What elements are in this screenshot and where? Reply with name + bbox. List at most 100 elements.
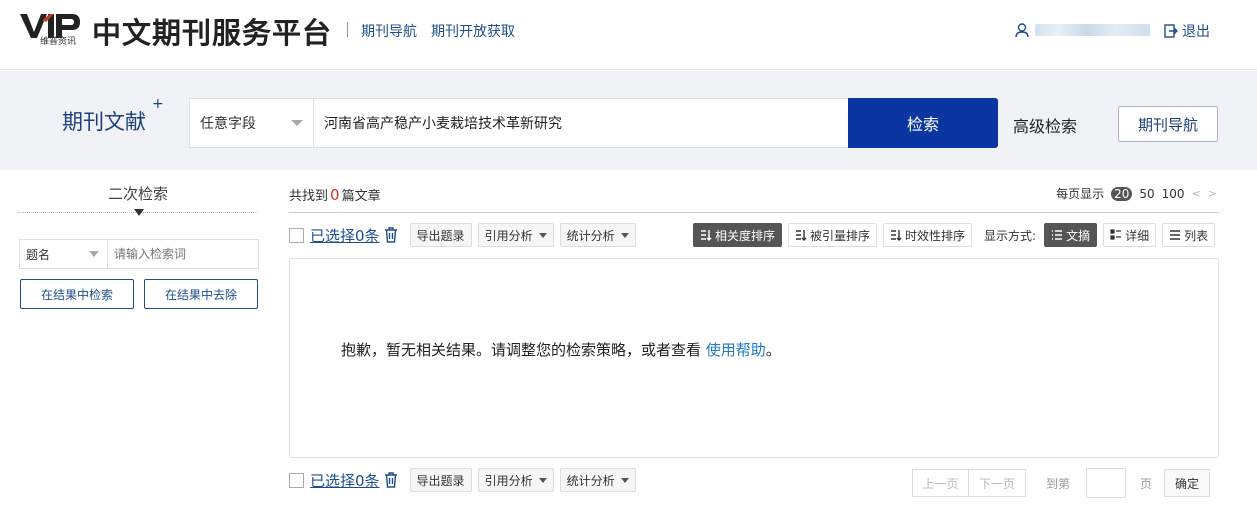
- list-view-icon: [1170, 230, 1181, 240]
- username-redacted: [1035, 24, 1150, 36]
- help-link[interactable]: 使用帮助: [706, 341, 766, 359]
- goto-confirm-button[interactable]: 确定: [1164, 469, 1211, 497]
- citation-label: 引用分析: [484, 473, 533, 488]
- export-button[interactable]: 导出题录: [409, 223, 472, 247]
- next-page-arrow[interactable]: >: [1208, 187, 1217, 200]
- empty-message-end: 。: [765, 341, 781, 359]
- search-in-results-button[interactable]: 在结果中检索: [20, 279, 134, 309]
- results-toolbar-bottom: 已选择0条 导出题录 引用分析 统计分析: [289, 468, 642, 492]
- statistics-analysis-dropdown-bottom[interactable]: 统计分析: [559, 468, 636, 492]
- sort-relevance-button[interactable]: 相关度排序: [693, 223, 783, 247]
- trash-icon[interactable]: [384, 227, 398, 243]
- search-field-select[interactable]: 任意字段: [190, 99, 314, 147]
- statistics-label: 统计分析: [566, 473, 615, 488]
- sort-timeliness-button[interactable]: 时效性排序: [883, 223, 973, 247]
- sort-icon: [891, 230, 902, 241]
- citation-label: 引用分析: [484, 228, 533, 243]
- search-field-value: 任意字段: [200, 116, 256, 132]
- brand-title[interactable]: 中文期刊服务平台: [92, 10, 332, 52]
- chevron-down-icon: [291, 120, 303, 126]
- search-input[interactable]: [314, 99, 848, 147]
- view-list-label: 列表: [1184, 228, 1209, 243]
- empty-result-message: 抱歉，暂无相关结果。请调整您的检索策略，或者查看 使用帮助。: [341, 339, 781, 360]
- export-label: 导出题录: [416, 228, 465, 243]
- nav-open-access[interactable]: 期刊开放获取: [431, 21, 515, 41]
- chevron-down-icon: [538, 232, 547, 238]
- secondary-field-value: 题名: [26, 247, 51, 262]
- secondary-field-select[interactable]: 题名: [20, 240, 108, 268]
- selected-count-link[interactable]: 已选择0条: [310, 225, 380, 246]
- result-count-prefix: 共找到: [289, 189, 329, 204]
- results-panel: 抱歉，暂无相关结果。请调整您的检索策略，或者查看 使用帮助。: [289, 258, 1219, 458]
- logout-link[interactable]: 退出: [1164, 21, 1210, 41]
- search-category-plus[interactable]: +: [152, 96, 164, 112]
- chevron-down-icon: [89, 251, 99, 257]
- statistics-analysis-dropdown[interactable]: 统计分析: [559, 223, 636, 247]
- exclude-from-results-button[interactable]: 在结果中去除: [144, 279, 258, 309]
- empty-message-text: 抱歉，暂无相关结果。请调整您的检索策略，或者查看: [341, 341, 702, 359]
- detail-view-icon: [1110, 229, 1122, 240]
- view-abstract-button[interactable]: 文摘: [1044, 223, 1098, 247]
- secondary-search-input[interactable]: [108, 240, 258, 268]
- top-header: 维普资讯 中文期刊服务平台 期刊导航 期刊开放获取 退出: [0, 0, 1257, 70]
- goto-page-input[interactable]: [1086, 468, 1127, 498]
- per-page-option-50[interactable]: 50: [1139, 187, 1154, 201]
- selected-count-link-bottom[interactable]: 已选择0条: [310, 470, 380, 491]
- select-all-checkbox-bottom[interactable]: [289, 472, 304, 488]
- search-band: 期刊文献 + 任意字段 检索 高级检索 期刊导航: [0, 71, 1257, 170]
- brand-divider: [347, 22, 348, 37]
- logout-icon: [1164, 24, 1178, 38]
- logo-subtitle: 维普资讯: [40, 37, 77, 47]
- goto-page-suffix: 页: [1140, 476, 1153, 491]
- sort-cited-button[interactable]: 被引量排序: [788, 223, 878, 247]
- per-page-option-100[interactable]: 100: [1162, 187, 1185, 201]
- journal-navigation-button[interactable]: 期刊导航: [1118, 106, 1218, 142]
- view-abstract-label: 文摘: [1066, 228, 1091, 243]
- chevron-down-icon: [538, 477, 547, 483]
- results-divider: [289, 212, 1219, 213]
- search-box: 任意字段: [189, 98, 849, 148]
- statistics-label: 统计分析: [566, 228, 615, 243]
- caret-down-icon: [134, 209, 144, 216]
- user-icon: [1015, 22, 1029, 37]
- search-button[interactable]: 检索: [848, 98, 998, 148]
- sort-relevance-label: 相关度排序: [715, 228, 776, 243]
- result-count-value: 0: [330, 186, 340, 204]
- trash-icon[interactable]: [384, 472, 398, 488]
- view-detail-label: 详细: [1125, 228, 1150, 243]
- result-count: 共找到 0 篇文章: [289, 185, 381, 204]
- goto-page-prefix: 到第: [1046, 476, 1071, 491]
- per-page-label: 每页显示: [1056, 187, 1105, 201]
- chevron-down-icon: [620, 232, 629, 238]
- view-list-button[interactable]: 列表: [1162, 223, 1216, 247]
- nav-journal-navigation[interactable]: 期刊导航: [361, 21, 417, 41]
- citation-analysis-dropdown[interactable]: 引用分析: [477, 223, 554, 247]
- results-toolbar-top: 已选择0条 导出题录 引用分析 统计分析: [289, 223, 642, 247]
- sort-cited-label: 被引量排序: [810, 228, 871, 243]
- prev-page-button[interactable]: 上一页: [912, 469, 969, 497]
- export-button-bottom[interactable]: 导出题录: [409, 468, 472, 492]
- sort-icon: [796, 230, 807, 241]
- select-all-checkbox[interactable]: [289, 227, 304, 243]
- sort-timeliness-label: 时效性排序: [905, 228, 966, 243]
- user-account[interactable]: [1015, 22, 1150, 38]
- prev-page-arrow[interactable]: <: [1192, 187, 1201, 200]
- chevron-down-icon: [620, 477, 629, 483]
- result-count-suffix: 篇文章: [341, 189, 381, 204]
- secondary-search-title: 二次检索: [107, 185, 168, 203]
- pagination: 上一页 下一页 到第 页 确定: [912, 468, 1211, 498]
- view-detail-button[interactable]: 详细: [1103, 223, 1157, 247]
- per-page-option-20[interactable]: 20: [1111, 186, 1133, 201]
- sort-icon: [701, 230, 712, 241]
- secondary-search-box: 题名: [19, 239, 259, 269]
- search-category-title: 期刊文献: [62, 110, 146, 134]
- advanced-search-link[interactable]: 高级检索: [1013, 113, 1077, 137]
- abstract-view-icon: [1052, 230, 1063, 240]
- logout-label: 退出: [1182, 24, 1210, 40]
- citation-analysis-dropdown-bottom[interactable]: 引用分析: [477, 468, 554, 492]
- sort-bar: 相关度排序 被引量排序 时效性排序 显示方式: 文摘 详细 列表: [693, 223, 1221, 247]
- export-label: 导出题录: [416, 473, 465, 488]
- display-mode-label: 显示方式:: [984, 228, 1037, 243]
- next-page-button[interactable]: 下一页: [969, 469, 1026, 497]
- per-page-selector: 每页显示 20 50 100 < >: [1056, 185, 1217, 202]
